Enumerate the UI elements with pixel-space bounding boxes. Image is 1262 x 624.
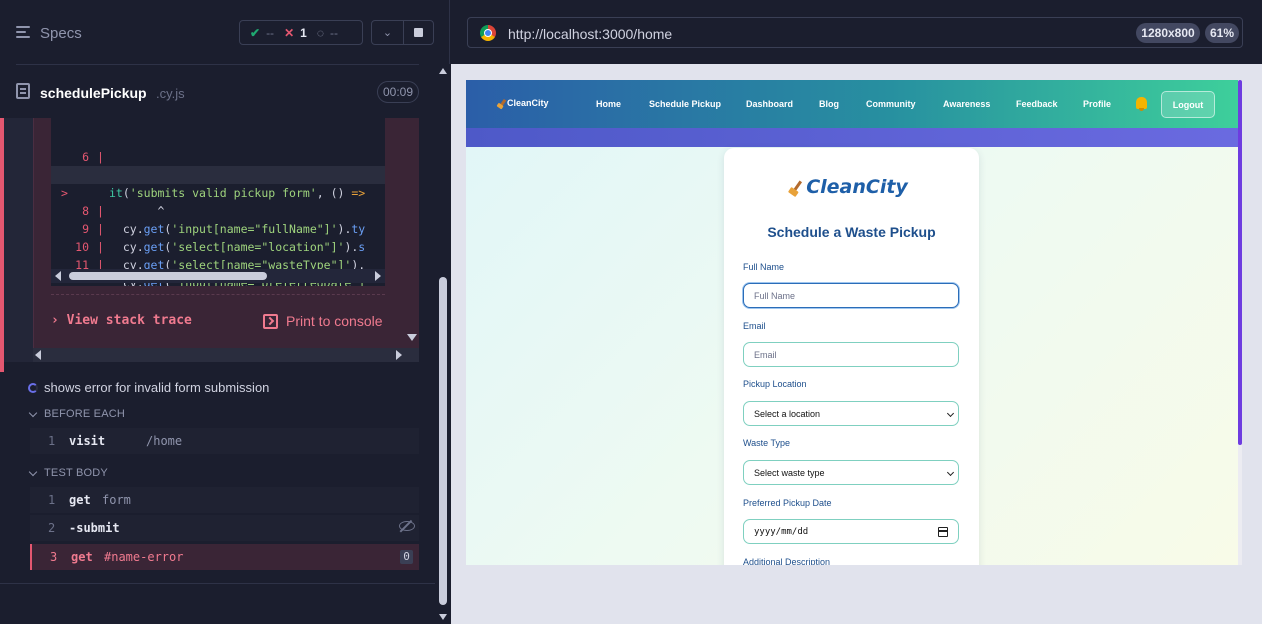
passed-count: --: [266, 25, 275, 40]
reporter-panel: Specs ✔ -- ✕ 1 ◌ -- ⌄ schedulePickup .cy…: [0, 0, 450, 624]
email-input[interactable]: Email: [743, 342, 959, 367]
code-line: 10 | cy.get('select[name="wasteType"]').: [75, 240, 366, 272]
spec-duration: 00:09: [377, 81, 419, 103]
specs-label[interactable]: Specs: [40, 25, 82, 42]
spec-name: schedulePickup: [40, 85, 147, 101]
test-title: shows error for invalid form submission: [44, 380, 270, 395]
divider: [0, 583, 435, 584]
calendar-icon[interactable]: [938, 527, 948, 537]
code-line: 11| cy.get('input[name="preferredDate"]: [75, 258, 365, 286]
command-row-failed[interactable]: 3 get #name-error 0: [30, 544, 419, 570]
full-name-label: Full Name: [743, 262, 785, 272]
test-stats: ✔ -- ✕ 1 ◌ --: [239, 20, 363, 45]
code-viewer: 6| 7| it('submits valid pickup form', ()…: [51, 118, 385, 286]
location-label: Pickup Location: [743, 379, 807, 389]
print-to-console-button[interactable]: Print to console: [263, 313, 383, 329]
command-row[interactable]: 1 get form: [30, 487, 419, 513]
broom-icon: [498, 98, 507, 108]
form-title: Schedule a Waste Pickup: [767, 224, 936, 240]
chevron-down-icon: [946, 468, 955, 477]
passed-stat: ✔ --: [250, 26, 274, 40]
chevron-down-icon[interactable]: ⌄: [372, 21, 404, 44]
chrome-icon: [480, 25, 496, 41]
scroll-down-arrow[interactable]: [407, 334, 417, 341]
pending-icon: ◌: [316, 25, 324, 40]
spec-title-row: schedulePickup .cy.js 00:09: [16, 78, 419, 106]
nav-community[interactable]: Community: [866, 99, 916, 109]
failed-stat: ✕ 1: [284, 26, 307, 40]
nav-feedback[interactable]: Feedback: [1016, 99, 1058, 109]
divider: [16, 64, 419, 65]
full-name-input[interactable]: Full Name: [743, 283, 959, 308]
eye-slash-icon: [399, 521, 415, 531]
pickup-form-card: CleanCity Schedule a Waste Pickup Full N…: [724, 148, 979, 565]
nav-brand[interactable]: CleanCity: [498, 98, 549, 108]
error-horizontal-scrollbar[interactable]: [33, 348, 419, 362]
viewport-size-badge[interactable]: 1280x800: [1136, 23, 1200, 43]
pending-count: --: [329, 25, 338, 40]
email-label: Email: [743, 321, 766, 331]
running-spinner-icon: [28, 382, 38, 393]
app-under-test: CleanCity Home Schedule Pickup Dashboard…: [466, 80, 1242, 565]
stop-icon: [414, 28, 423, 37]
x-icon: ✕: [284, 25, 295, 40]
app-navbar: CleanCity Home Schedule Pickup Dashboard…: [466, 80, 1238, 128]
location-select[interactable]: Select a location: [743, 401, 959, 426]
waste-type-select[interactable]: Select waste type: [743, 460, 959, 485]
spec-ext: .cy.js: [156, 86, 185, 101]
logout-button[interactable]: Logout: [1161, 91, 1215, 118]
before-each-header[interactable]: BEFORE EACH: [28, 408, 125, 420]
nav-blog[interactable]: Blog: [819, 99, 839, 109]
error-block: 6| 7| it('submits valid pickup form', ()…: [0, 118, 419, 372]
browser-preview: http://localhost:3000/home 1280x800 61% …: [451, 0, 1262, 624]
pending-stat: ◌ --: [317, 26, 338, 40]
match-count-badge: 0: [400, 550, 413, 564]
waste-type-label: Waste Type: [743, 438, 791, 448]
nav-schedule-pickup[interactable]: Schedule Pickup: [649, 99, 721, 109]
code-frame: 6| 7| it('submits valid pickup form', ()…: [33, 118, 419, 348]
chevron-down-icon: [946, 409, 955, 418]
nav-dashboard[interactable]: Dashboard: [746, 99, 793, 109]
terminal-icon: [263, 313, 278, 329]
failed-indicator: [0, 118, 4, 372]
description-label: Additional Description: [743, 557, 831, 565]
run-controls: ⌄: [371, 20, 434, 45]
bell-icon[interactable]: [1136, 97, 1147, 111]
reporter-header: Specs ✔ -- ✕ 1 ◌ -- ⌄: [0, 0, 450, 64]
nav-profile[interactable]: Profile: [1083, 99, 1111, 109]
command-row[interactable]: 1 visit /home: [30, 428, 419, 454]
date-input[interactable]: yyyy/mm/dd: [743, 519, 959, 544]
view-stack-trace-button[interactable]: › View stack trace: [51, 313, 192, 328]
chevron-down-icon: [28, 467, 38, 476]
code-line: 7| it('submits valid pickup form', () =>: [82, 168, 366, 200]
app-scrollbar[interactable]: [1238, 80, 1242, 565]
broom-icon: [791, 180, 803, 195]
divider: [51, 294, 385, 295]
code-line: | ^: [97, 204, 165, 218]
code-line-active: > 8 | cy.get('input[name="fullName"]').ty: [51, 166, 385, 236]
browser-toolbar: http://localhost:3000/home 1280x800 61%: [451, 0, 1262, 64]
url-bar[interactable]: http://localhost:3000/home 1280x800 61%: [467, 17, 1243, 48]
file-icon: [16, 83, 30, 99]
stop-button[interactable]: [404, 21, 433, 44]
code-line: 6 |: [82, 150, 104, 164]
reporter-vertical-scrollbar[interactable]: [436, 64, 450, 624]
test-body-header[interactable]: TEST BODY: [28, 467, 108, 479]
code-horizontal-scrollbar[interactable]: [51, 269, 385, 283]
date-label: Preferred Pickup Date: [743, 498, 832, 508]
specs-menu-icon[interactable]: [16, 26, 32, 40]
chevron-down-icon: [28, 408, 38, 417]
print-to-console-label: Print to console: [286, 313, 383, 329]
nav-accent-strip: [466, 128, 1238, 147]
check-icon: ✔: [250, 25, 261, 40]
url-text[interactable]: http://localhost:3000/home: [508, 26, 672, 42]
failed-count: 1: [300, 25, 307, 40]
nav-home[interactable]: Home: [596, 99, 621, 109]
card-logo: CleanCity: [724, 176, 979, 198]
command-row[interactable]: 2 -submit: [30, 515, 419, 541]
test-item-running[interactable]: shows error for invalid form submission: [28, 380, 269, 395]
nav-awareness[interactable]: Awareness: [943, 99, 990, 109]
zoom-badge[interactable]: 61%: [1205, 23, 1239, 43]
code-line: 9 | cy.get('select[name="location"]').s: [82, 222, 366, 254]
